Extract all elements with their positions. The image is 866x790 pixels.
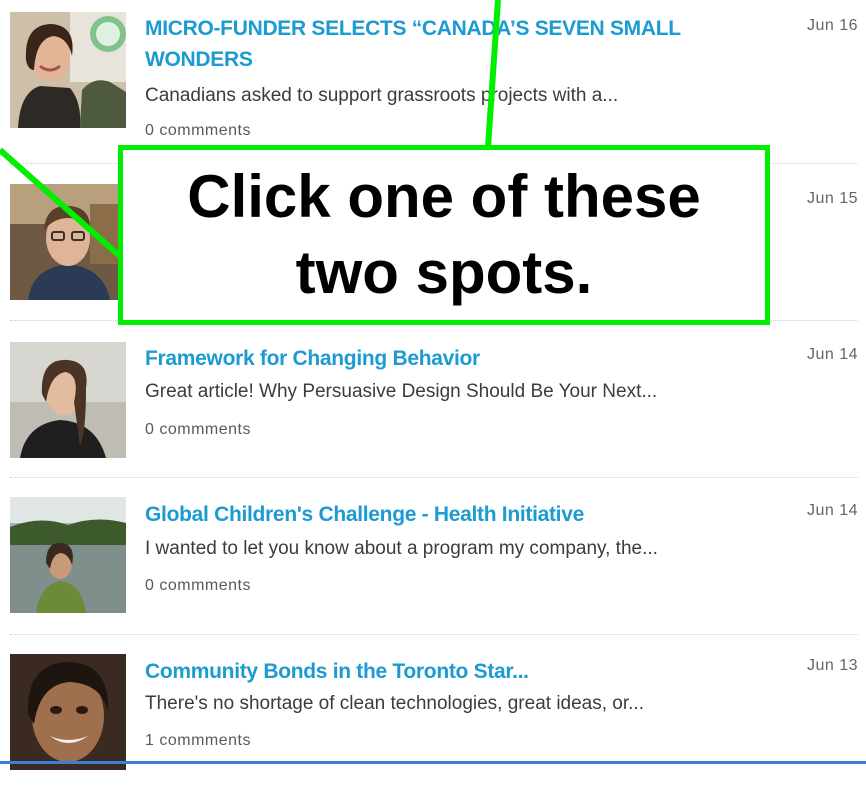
post-thumbnail[interactable] (10, 342, 126, 458)
post-date: Jun 16 (806, 17, 858, 34)
post-item: MICRO-FUNDER SELECTS “CANADA’S SEVEN SMA… (0, 0, 866, 164)
post-item: Community Bonds in the Toronto Star... T… (0, 634, 866, 790)
post-comments-link[interactable]: 0 commments (145, 121, 251, 141)
post-date: Jun 14 (806, 502, 858, 519)
post-item: Global Children's Challenge - Health Ini… (0, 477, 866, 635)
post-thumbnail[interactable] (10, 184, 126, 300)
post-date: Jun 14 (806, 346, 858, 363)
person-photo-icon (10, 342, 126, 458)
post-title-link[interactable]: Framework for Changing Behavior (145, 343, 735, 374)
instruction-callout: Click one of these two spots. (118, 145, 770, 325)
callout-text: Click one of these two spots. (187, 159, 700, 311)
post-excerpt: Canadians asked to support grassroots pr… (145, 85, 619, 106)
post-thumbnail[interactable] (10, 654, 126, 770)
callout-line-2: two spots. (295, 239, 593, 306)
post-excerpt: I wanted to let you know about a program… (145, 538, 658, 559)
person-photo-icon (10, 654, 126, 770)
post-item: Framework for Changing Behavior Great ar… (0, 320, 866, 478)
post-comments-link[interactable]: 0 commments (145, 576, 251, 596)
post-title-link[interactable]: Community Bonds in the Toronto Star... (145, 656, 735, 687)
post-title-link[interactable]: MICRO-FUNDER SELECTS “CANADA’S SEVEN SMA… (145, 13, 735, 75)
post-thumbnail[interactable] (10, 497, 126, 613)
person-photo-icon (10, 497, 126, 613)
post-date: Jun 13 (806, 657, 858, 674)
post-comments-link[interactable]: 1 commments (145, 731, 251, 751)
post-thumbnail[interactable] (10, 12, 126, 128)
person-photo-icon (10, 12, 126, 128)
post-title-link[interactable]: Global Children's Challenge - Health Ini… (145, 499, 735, 530)
person-photo-icon (10, 184, 126, 300)
post-excerpt: Great article! Why Persuasive Design Sho… (145, 381, 658, 402)
post-excerpt: There's no shortage of clean technologie… (145, 693, 644, 714)
post-comments-link[interactable]: 0 commments (145, 420, 251, 440)
blog-post-feed: MICRO-FUNDER SELECTS “CANADA’S SEVEN SMA… (0, 0, 866, 770)
post-date: Jun 15 (806, 190, 858, 207)
callout-line-1: Click one of these (187, 163, 701, 230)
